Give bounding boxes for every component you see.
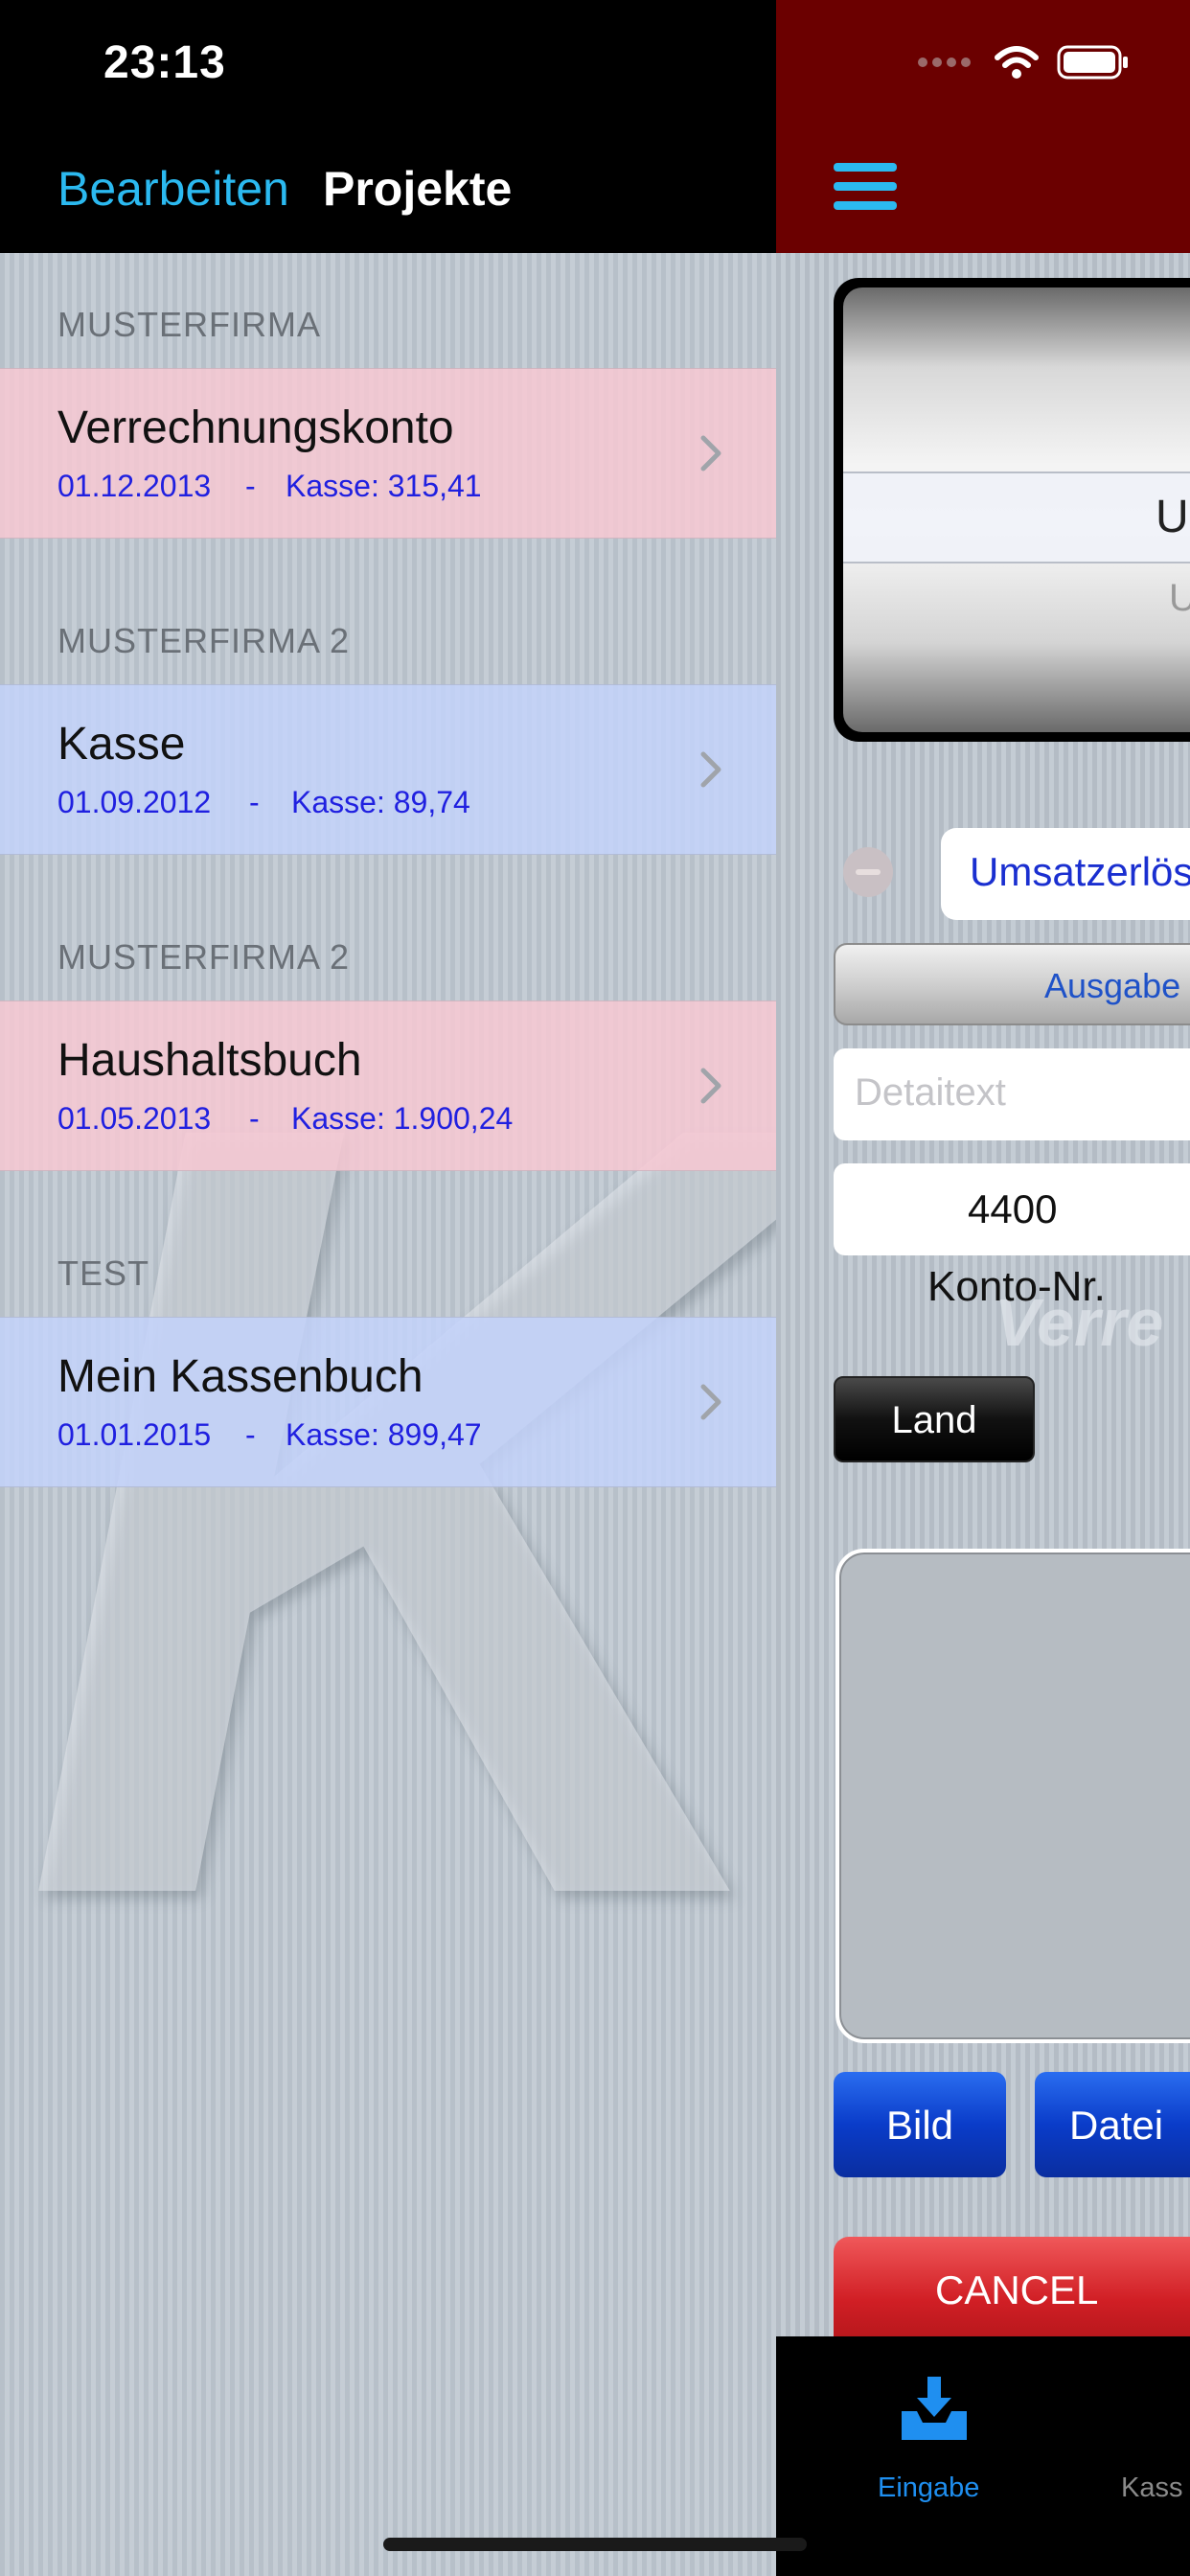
konto-label: Konto-Nr. — [927, 1263, 1106, 1310]
project-name: Mein Kassenbuch — [57, 1351, 423, 1402]
project-name: Kasse — [57, 719, 186, 770]
account-picker[interactable]: U U — [834, 278, 1190, 742]
project-name: Verrechnungskonto — [57, 402, 454, 453]
bild-button[interactable]: Bild — [834, 2072, 1006, 2177]
detail-text-input[interactable]: Detaitext — [834, 1048, 1190, 1140]
cellular-signal-icon — [918, 58, 971, 67]
project-row-mein-kassenbuch[interactable]: Mein Kassenbuch 01.01.2015 - Kasse: 899,… — [0, 1317, 776, 1487]
tab-kass-label: Kass — [1121, 2472, 1183, 2503]
project-kasse: Kasse: 899,47 — [286, 1417, 482, 1452]
chevron-right-icon — [700, 1384, 721, 1420]
right-header — [776, 0, 1190, 253]
project-separator: - — [249, 1101, 260, 1136]
section-header: MUSTERFIRMA — [57, 305, 321, 344]
section-header: TEST — [57, 1254, 150, 1293]
page-title: Projekte — [323, 162, 513, 216]
projects-panel: Kt 23:13 Bearbeiten Projekte MUSTERFIRMA… — [0, 0, 776, 2576]
project-date: 01.12.2013 — [57, 469, 212, 503]
category-field[interactable]: Umsatzerlös — [941, 828, 1190, 920]
chevron-right-icon — [700, 751, 721, 788]
cancel-button[interactable]: CANCEL — [834, 2237, 1190, 2342]
project-row-haushaltsbuch[interactable]: Haushaltsbuch 01.05.2013 - Kasse: 1.900,… — [0, 1000, 776, 1171]
project-row-kasse[interactable]: Kasse 01.09.2012 - Kasse: 89,74 — [0, 684, 776, 855]
wifi-icon — [995, 46, 1039, 79]
konto-value: 4400 — [968, 1186, 1058, 1231]
land-button[interactable]: Land — [834, 1376, 1035, 1462]
home-indicator — [383, 2538, 807, 2551]
picker-selected-item: U — [1156, 492, 1189, 542]
hamburger-icon[interactable] — [834, 163, 897, 211]
project-kasse: Kasse: 1.900,24 — [291, 1101, 514, 1136]
tab-bar: Eingabe Kass — [776, 2336, 1190, 2576]
section-header: MUSTERFIRMA 2 — [57, 937, 351, 977]
project-separator: - — [249, 785, 260, 819]
datei-button[interactable]: Datei — [1035, 2072, 1190, 2177]
status-icons — [918, 44, 1130, 80]
project-kasse: Kasse: 89,74 — [291, 785, 470, 819]
chevron-right-icon — [700, 1068, 721, 1104]
section-header: MUSTERFIRMA 2 — [57, 621, 351, 660]
minus-circle-icon[interactable] — [843, 847, 893, 897]
left-header: 23:13 Bearbeiten Projekte — [0, 0, 776, 253]
edit-button[interactable]: Bearbeiten — [57, 161, 289, 217]
project-separator: - — [245, 1417, 256, 1452]
picker-selection-band — [843, 472, 1190, 564]
project-date: 01.01.2015 — [57, 1417, 212, 1452]
cancel-label: CANCEL — [935, 2267, 1099, 2312]
tab-eingabe-label: Eingabe — [878, 2472, 980, 2503]
datei-label: Datei — [1069, 2103, 1164, 2148]
konto-number-input[interactable]: 4400 — [834, 1163, 1190, 1255]
category-value: Umsatzerlös — [970, 849, 1190, 894]
ausgabe-button[interactable]: Ausgabe — [834, 943, 1190, 1025]
project-kasse: Kasse: 315,41 — [286, 469, 482, 503]
project-row-verrechnungskonto[interactable]: Verrechnungskonto 01.12.2013 - Kasse: 31… — [0, 368, 776, 539]
battery-icon — [1057, 45, 1128, 80]
project-date: 01.05.2013 — [57, 1101, 212, 1136]
chevron-right-icon — [700, 435, 721, 472]
receipt-image-area[interactable] — [835, 1549, 1190, 2043]
ausgabe-label: Ausgabe — [1044, 966, 1181, 1005]
tab-eingabe[interactable]: Eingabe — [862, 2356, 1006, 2503]
bild-label: Bild — [885, 2103, 954, 2148]
status-time: 23:13 — [103, 37, 226, 88]
tab-kass[interactable]: Kass — [1121, 2356, 1190, 2503]
picker-wheel[interactable]: U U — [843, 288, 1190, 732]
inbox-download-icon — [902, 2377, 967, 2440]
project-separator: - — [245, 469, 256, 503]
project-name: Haushaltsbuch — [57, 1035, 362, 1086]
entry-panel: U U Umsatzerlös Ausgabe Detaitext 4400 V… — [776, 0, 1190, 2576]
picker-next-item: U — [1169, 577, 1190, 619]
project-date: 01.09.2012 — [57, 785, 212, 819]
land-label: Land — [891, 1399, 977, 1441]
detail-placeholder: Detaitext — [855, 1071, 1006, 1114]
